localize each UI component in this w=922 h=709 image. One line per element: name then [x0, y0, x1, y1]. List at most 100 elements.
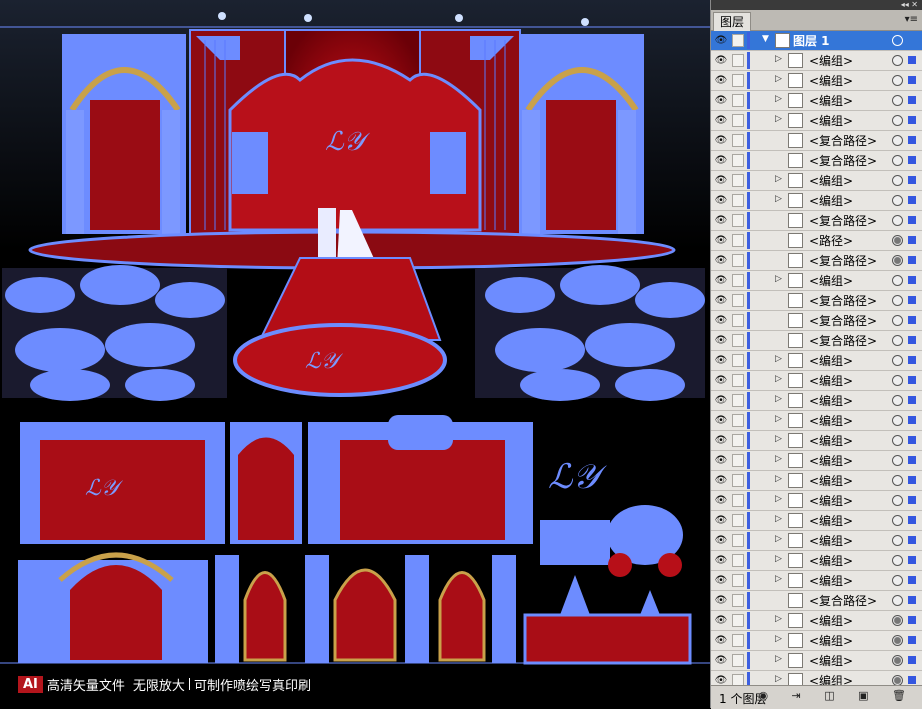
visibility-eye-icon[interactable]: 👁 — [714, 35, 728, 46]
visibility-eye-icon[interactable]: 👁 — [714, 75, 728, 86]
lock-toggle[interactable] — [732, 494, 744, 507]
layer-name[interactable]: <编组> — [809, 73, 853, 89]
selection-square-icon[interactable] — [908, 436, 916, 444]
visibility-eye-icon[interactable]: 👁 — [714, 175, 728, 186]
lock-toggle[interactable] — [732, 74, 744, 87]
target-circle-icon[interactable] — [892, 535, 903, 546]
selection-square-icon[interactable] — [908, 76, 916, 84]
visibility-eye-icon[interactable]: 👁 — [714, 155, 728, 166]
lock-toggle[interactable] — [732, 634, 744, 647]
panel-footer-icons[interactable]: ◉ ⇥ ◫ ▣ 🗑 — [758, 689, 916, 702]
layer-name[interactable]: <编组> — [809, 93, 853, 109]
lock-toggle[interactable] — [732, 294, 744, 307]
target-circle-icon[interactable] — [892, 435, 903, 446]
target-circle-icon[interactable] — [892, 375, 903, 386]
layer-row[interactable]: 👁 <复合路径> — [711, 151, 922, 171]
layer-row[interactable]: 👁 ▷ <编组> — [711, 191, 922, 211]
visibility-eye-icon[interactable]: 👁 — [714, 255, 728, 266]
artboard-canvas[interactable]: ℒ𝒴 ℒ𝒴 ℒ𝒴 ℒ𝒴 AI 高清矢量文件 无限放大 可制作喷绘写真印刷 — [0, 0, 710, 708]
lock-toggle[interactable] — [732, 94, 744, 107]
lock-toggle[interactable] — [732, 514, 744, 527]
target-circle-icon[interactable] — [892, 655, 903, 666]
expand-arrow-icon[interactable]: ▷ — [775, 674, 782, 684]
expand-arrow-icon[interactable]: ▷ — [775, 194, 782, 204]
visibility-eye-icon[interactable]: 👁 — [714, 415, 728, 426]
selection-square-icon[interactable] — [908, 136, 916, 144]
target-circle-icon[interactable] — [892, 175, 903, 186]
layer-name[interactable]: <复合路径> — [809, 333, 877, 349]
layer-row[interactable]: 👁 ▷ <编组> — [711, 611, 922, 631]
lock-toggle[interactable] — [732, 274, 744, 287]
layer-row[interactable]: 👁 <复合路径> — [711, 331, 922, 351]
selection-square-icon[interactable] — [908, 236, 916, 244]
layer-row[interactable]: 👁 ▷ <编组> — [711, 651, 922, 671]
expand-arrow-icon[interactable]: ▷ — [775, 434, 782, 444]
layer-row[interactable]: 👁 <复合路径> — [711, 591, 922, 611]
target-circle-icon[interactable] — [892, 415, 903, 426]
visibility-eye-icon[interactable]: 👁 — [714, 235, 728, 246]
expand-arrow-icon[interactable]: ▷ — [775, 94, 782, 104]
lock-toggle[interactable] — [732, 134, 744, 147]
expand-arrow-icon[interactable]: ▷ — [775, 174, 782, 184]
layer-row[interactable]: 👁 ▷ <编组> — [711, 111, 922, 131]
layer-name[interactable]: <编组> — [809, 553, 853, 569]
target-circle-icon[interactable] — [892, 55, 903, 66]
layer-row[interactable]: 👁 ▷ <编组> — [711, 511, 922, 531]
layer-name[interactable]: <编组> — [809, 473, 853, 489]
lock-toggle[interactable] — [732, 614, 744, 627]
target-circle-icon[interactable] — [892, 455, 903, 466]
selection-square-icon[interactable] — [908, 96, 916, 104]
layer-row[interactable]: 👁 ▷ <编组> — [711, 471, 922, 491]
lock-toggle[interactable] — [732, 394, 744, 407]
target-circle-icon[interactable] — [892, 675, 903, 685]
selection-square-icon[interactable] — [908, 156, 916, 164]
lock-toggle[interactable] — [732, 554, 744, 567]
lock-toggle[interactable] — [732, 154, 744, 167]
visibility-eye-icon[interactable]: 👁 — [714, 55, 728, 66]
expand-arrow-icon[interactable]: ▼ — [762, 34, 769, 44]
collapse-icon[interactable]: ◂◂ ✕ — [901, 0, 918, 10]
visibility-eye-icon[interactable]: 👁 — [714, 335, 728, 346]
layer-row[interactable]: 👁 ▷ <编组> — [711, 411, 922, 431]
selection-square-icon[interactable] — [908, 316, 916, 324]
layer-row[interactable]: 👁 ▷ <编组> — [711, 271, 922, 291]
visibility-eye-icon[interactable]: 👁 — [714, 475, 728, 486]
expand-arrow-icon[interactable]: ▷ — [775, 374, 782, 384]
target-circle-icon[interactable] — [892, 515, 903, 526]
layer-name[interactable]: <编组> — [809, 433, 853, 449]
layer-row[interactable]: 👁 ▷ <编组> — [711, 451, 922, 471]
target-circle-icon[interactable] — [892, 155, 903, 166]
lock-toggle[interactable] — [732, 174, 744, 187]
target-circle-icon[interactable] — [892, 275, 903, 286]
selection-square-icon[interactable] — [908, 576, 916, 584]
expand-arrow-icon[interactable]: ▷ — [775, 394, 782, 404]
visibility-eye-icon[interactable]: 👁 — [714, 135, 728, 146]
selection-square-icon[interactable] — [908, 416, 916, 424]
target-circle-icon[interactable] — [892, 135, 903, 146]
target-circle-icon[interactable] — [892, 595, 903, 606]
layer-row[interactable]: 👁 ▷ <编组> — [711, 671, 922, 685]
layer-row[interactable]: 👁 <复合路径> — [711, 211, 922, 231]
selection-square-icon[interactable] — [908, 396, 916, 404]
lock-toggle[interactable] — [732, 434, 744, 447]
layer-name[interactable]: <复合路径> — [809, 593, 877, 609]
layer-name[interactable]: <编组> — [809, 193, 853, 209]
visibility-eye-icon[interactable]: 👁 — [714, 115, 728, 126]
visibility-eye-icon[interactable]: 👁 — [714, 375, 728, 386]
layer-row[interactable]: 👁 <复合路径> — [711, 251, 922, 271]
layer-name[interactable]: <编组> — [809, 513, 853, 529]
selection-square-icon[interactable] — [908, 456, 916, 464]
selection-square-icon[interactable] — [908, 636, 916, 644]
layer-name[interactable]: <编组> — [809, 673, 853, 685]
expand-arrow-icon[interactable]: ▷ — [775, 654, 782, 664]
layer-row[interactable]: 👁 ▷ <编组> — [711, 531, 922, 551]
visibility-eye-icon[interactable]: 👁 — [714, 195, 728, 206]
selection-square-icon[interactable] — [908, 516, 916, 524]
selection-square-icon[interactable] — [908, 536, 916, 544]
selection-square-icon[interactable] — [908, 336, 916, 344]
target-circle-icon[interactable] — [892, 575, 903, 586]
layer-row[interactable]: 👁 ▷ <编组> — [711, 391, 922, 411]
layer-row-top[interactable]: 👁 ▼ 图层 1 — [711, 31, 922, 51]
expand-arrow-icon[interactable]: ▷ — [775, 354, 782, 364]
visibility-eye-icon[interactable]: 👁 — [714, 295, 728, 306]
